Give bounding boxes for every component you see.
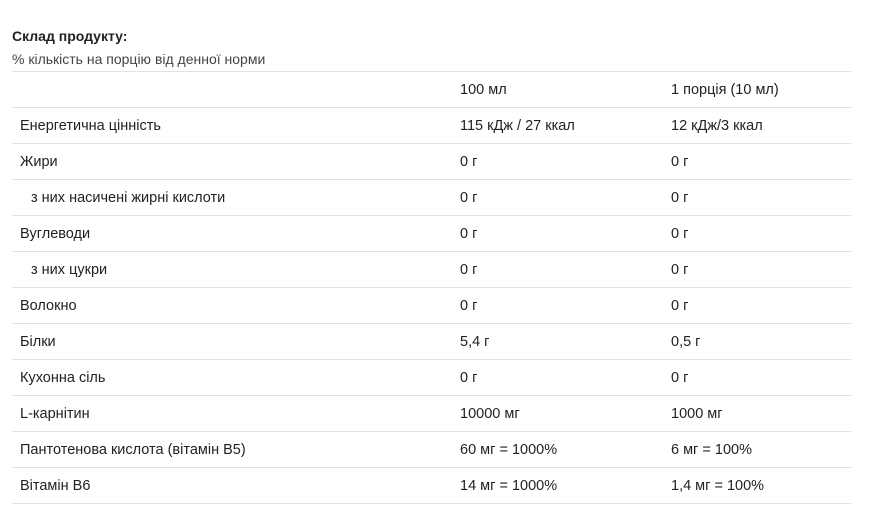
table-row: Енергетична цінність 115 кДж / 27 ккал 1… (12, 108, 851, 144)
nutrition-table: 100 мл 1 порція (10 мл) Енергетична цінн… (12, 71, 851, 504)
value-per-serving: 1,4 мг = 100% (671, 477, 765, 494)
value-per-serving: 12 кДж/3 ккал (671, 117, 763, 134)
value-per-serving: 0 г (671, 225, 689, 242)
table-row: Вуглеводи 0 г 0 г (12, 216, 851, 252)
nutrient-name: з них насичені жирні кислоти (31, 189, 226, 206)
nutrient-name: Пантотенова кислота (вітамін B5) (20, 441, 246, 458)
nutrient-name: Вітамін B6 (20, 477, 91, 494)
value-per-100ml: 0 г (460, 225, 478, 242)
table-row: Пантотенова кислота (вітамін B5) 60 мг =… (12, 432, 851, 468)
value-per-serving: 6 мг = 100% (671, 441, 752, 458)
value-per-100ml: 10000 мг (460, 405, 520, 422)
composition-subtitle: % кількість на порцію від денної норми (12, 51, 266, 67)
value-per-100ml: 115 кДж / 27 ккал (460, 117, 575, 134)
value-per-serving: 0 г (671, 369, 689, 386)
table-row: Білки 5,4 г 0,5 г (12, 324, 851, 360)
nutrient-name: Вуглеводи (20, 225, 91, 242)
value-per-serving: 0 г (671, 153, 689, 170)
nutrient-name: Волокно (20, 297, 77, 314)
nutrient-name: Енергетична цінність (20, 117, 161, 134)
table-row: Жири 0 г 0 г (12, 144, 851, 180)
nutrient-name: L-карнітин (20, 405, 90, 422)
value-per-100ml: 60 мг = 1000% (460, 441, 558, 458)
nutrient-name: Кухонна сіль (20, 369, 106, 386)
table-row: L-карнітин 10000 мг 1000 мг (12, 396, 851, 432)
table-row: з них насичені жирні кислоти 0 г 0 г (12, 180, 851, 216)
value-per-100ml: 0 г (460, 369, 478, 386)
table-row: Кухонна сіль 0 г 0 г (12, 360, 851, 396)
value-per-serving: 0 г (671, 189, 689, 206)
value-per-100ml: 5,4 г (460, 333, 490, 350)
table-header-row: 100 мл 1 порція (10 мл) (12, 72, 851, 108)
value-per-100ml: 0 г (460, 297, 478, 314)
value-per-100ml: 14 мг = 1000% (460, 477, 558, 494)
value-per-100ml: 0 г (460, 153, 478, 170)
table-row: Вітамін B6 14 мг = 1000% 1,4 мг = 100% (12, 468, 851, 504)
table-row: Волокно 0 г 0 г (12, 288, 851, 324)
value-per-100ml: 0 г (460, 189, 478, 206)
composition-title: Склад продукту: (12, 28, 128, 44)
value-per-serving: 0 г (671, 297, 689, 314)
table-row: з них цукри 0 г 0 г (12, 252, 851, 288)
nutrient-name: Білки (20, 333, 56, 350)
value-per-serving: 0,5 г (671, 333, 701, 350)
nutrient-name: з них цукри (31, 261, 108, 278)
value-per-serving: 0 г (671, 261, 689, 278)
value-per-serving: 1000 мг (671, 405, 723, 422)
nutrient-name: Жири (20, 153, 58, 170)
header-per-serving: 1 порція (10 мл) (671, 81, 779, 98)
header-per-100ml: 100 мл (460, 81, 507, 98)
value-per-100ml: 0 г (460, 261, 478, 278)
